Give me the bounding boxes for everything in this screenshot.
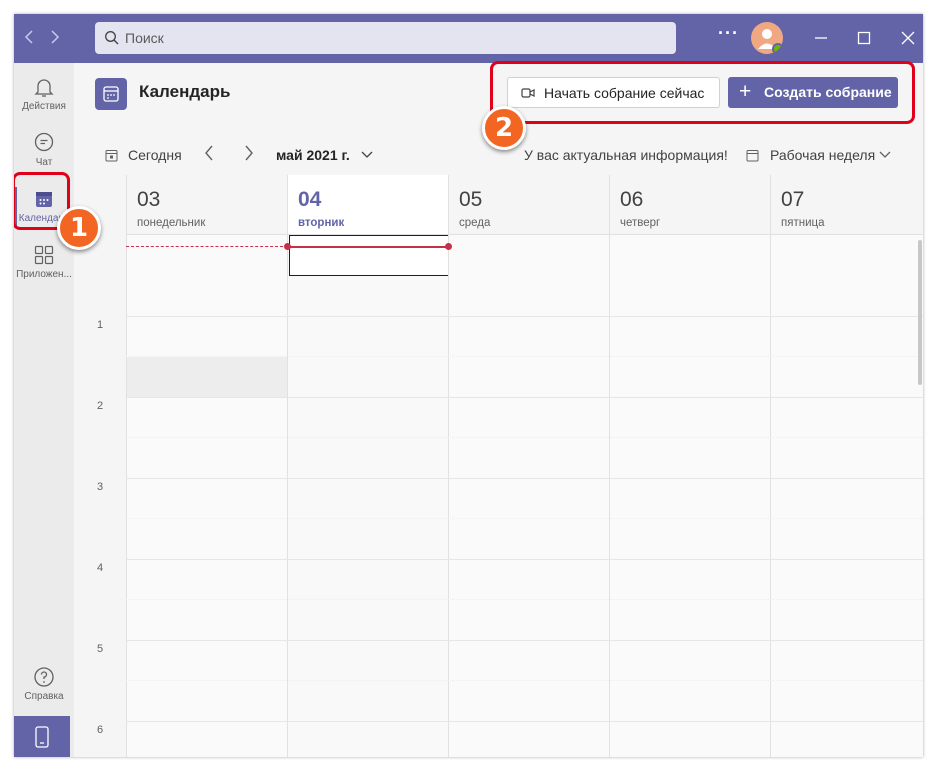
maximize-icon (857, 31, 871, 45)
page-title: Календарь (139, 82, 231, 101)
day-number: 07 (781, 188, 805, 211)
rail-item-label: Справка (24, 691, 64, 702)
week-grid: 1 2 3 4 5 6 03 понедельник 04 вторник 05… (74, 175, 923, 757)
close-button[interactable] (894, 24, 922, 52)
calendar-view: Календарь Начать собрание сейчас + Созда… (74, 63, 923, 757)
highlight-meeting-buttons (490, 61, 915, 124)
calendar-header-icon (95, 78, 127, 110)
hour-label: 2 (96, 400, 104, 412)
day-header: 04 вторник (288, 175, 448, 235)
day-name: среда (459, 217, 491, 229)
day-name: четверг (620, 217, 661, 229)
chevron-down-icon[interactable] (360, 147, 374, 161)
step-badge-2: 2 (482, 106, 526, 150)
teams-window: Поиск ··· Действия Чат Календарь Приложе… (14, 14, 923, 757)
hour-label: 1 (96, 319, 104, 331)
avatar[interactable] (751, 22, 783, 54)
hour-label: 6 (96, 724, 104, 736)
hour-label: 5 (96, 643, 104, 655)
selected-time-slot[interactable] (289, 235, 449, 276)
apps-icon (34, 245, 54, 265)
mobile-phone-icon (35, 726, 49, 748)
bell-icon (34, 79, 54, 97)
day-header: 07 пятница (771, 175, 923, 235)
rail-item-label: Приложен... (16, 269, 72, 280)
view-switcher[interactable]: Рабочая неделя (770, 147, 875, 163)
minimize-icon (815, 37, 827, 39)
maximize-button[interactable] (850, 24, 878, 52)
hour-label: 3 (96, 481, 104, 493)
next-week-button[interactable] (242, 143, 256, 168)
search-icon (105, 31, 119, 45)
busy-block (127, 357, 288, 397)
rail-item-activity[interactable]: Действия (14, 69, 74, 125)
day-number: 03 (137, 188, 161, 211)
search-placeholder: Поиск (125, 30, 164, 46)
day-header: 06 четверг (610, 175, 770, 235)
step-badge-1: 1 (57, 206, 101, 250)
mobile-app-button[interactable] (14, 716, 70, 757)
calendar-icon (103, 86, 119, 102)
rail-item-help[interactable]: Справка (14, 659, 74, 715)
day-column-wednesday[interactable]: 05 среда (448, 175, 609, 757)
month-picker[interactable]: май 2021 г. (276, 147, 350, 163)
day-number: 05 (459, 188, 483, 211)
day-header: 05 среда (449, 175, 609, 235)
current-time-indicator-dashed (126, 246, 288, 247)
previous-week-button[interactable] (202, 143, 216, 168)
day-name: пятница (781, 217, 825, 229)
help-icon (34, 667, 54, 687)
today-calendar-icon (105, 150, 118, 162)
presence-status-badge (772, 43, 783, 54)
more-options-button[interactable]: ··· (718, 23, 739, 44)
current-time-dot (445, 243, 452, 250)
forward-button[interactable] (44, 26, 66, 48)
chevron-left-icon (24, 30, 33, 44)
work-week-icon (746, 150, 759, 162)
day-number: 04 (298, 188, 322, 211)
current-time-indicator (287, 246, 448, 248)
chevron-down-icon[interactable] (878, 147, 892, 161)
day-number: 06 (620, 188, 644, 211)
hour-label: 4 (96, 562, 104, 574)
time-column: 1 2 3 4 5 6 (74, 175, 126, 757)
day-column-monday[interactable]: 03 понедельник (126, 175, 288, 757)
day-name: вторник (298, 217, 345, 229)
current-time-dot (284, 243, 291, 250)
back-button[interactable] (18, 26, 40, 48)
chevron-right-icon (245, 145, 253, 161)
close-icon (901, 31, 915, 45)
today-button[interactable]: Сегодня (128, 147, 182, 163)
minimize-button[interactable] (807, 24, 835, 52)
day-column-tuesday[interactable]: 04 вторник (287, 175, 449, 757)
search-input[interactable]: Поиск (95, 22, 676, 54)
day-column-friday[interactable]: 07 пятница (770, 175, 923, 757)
day-column-thursday[interactable]: 06 четверг (609, 175, 770, 757)
title-bar: Поиск ··· (14, 14, 923, 63)
vertical-scrollbar[interactable] (918, 240, 922, 385)
day-header: 03 понедельник (127, 175, 287, 235)
chevron-left-icon (205, 145, 213, 161)
day-name: понедельник (137, 217, 206, 229)
app-bar: Действия Чат Календарь Приложен... Справ… (14, 63, 74, 757)
chat-icon (34, 132, 54, 152)
rail-item-label: Чат (35, 157, 53, 168)
sync-status-text: У вас актуальная информация! (524, 147, 728, 163)
rail-item-label: Действия (22, 101, 66, 112)
chevron-right-icon (51, 30, 60, 44)
